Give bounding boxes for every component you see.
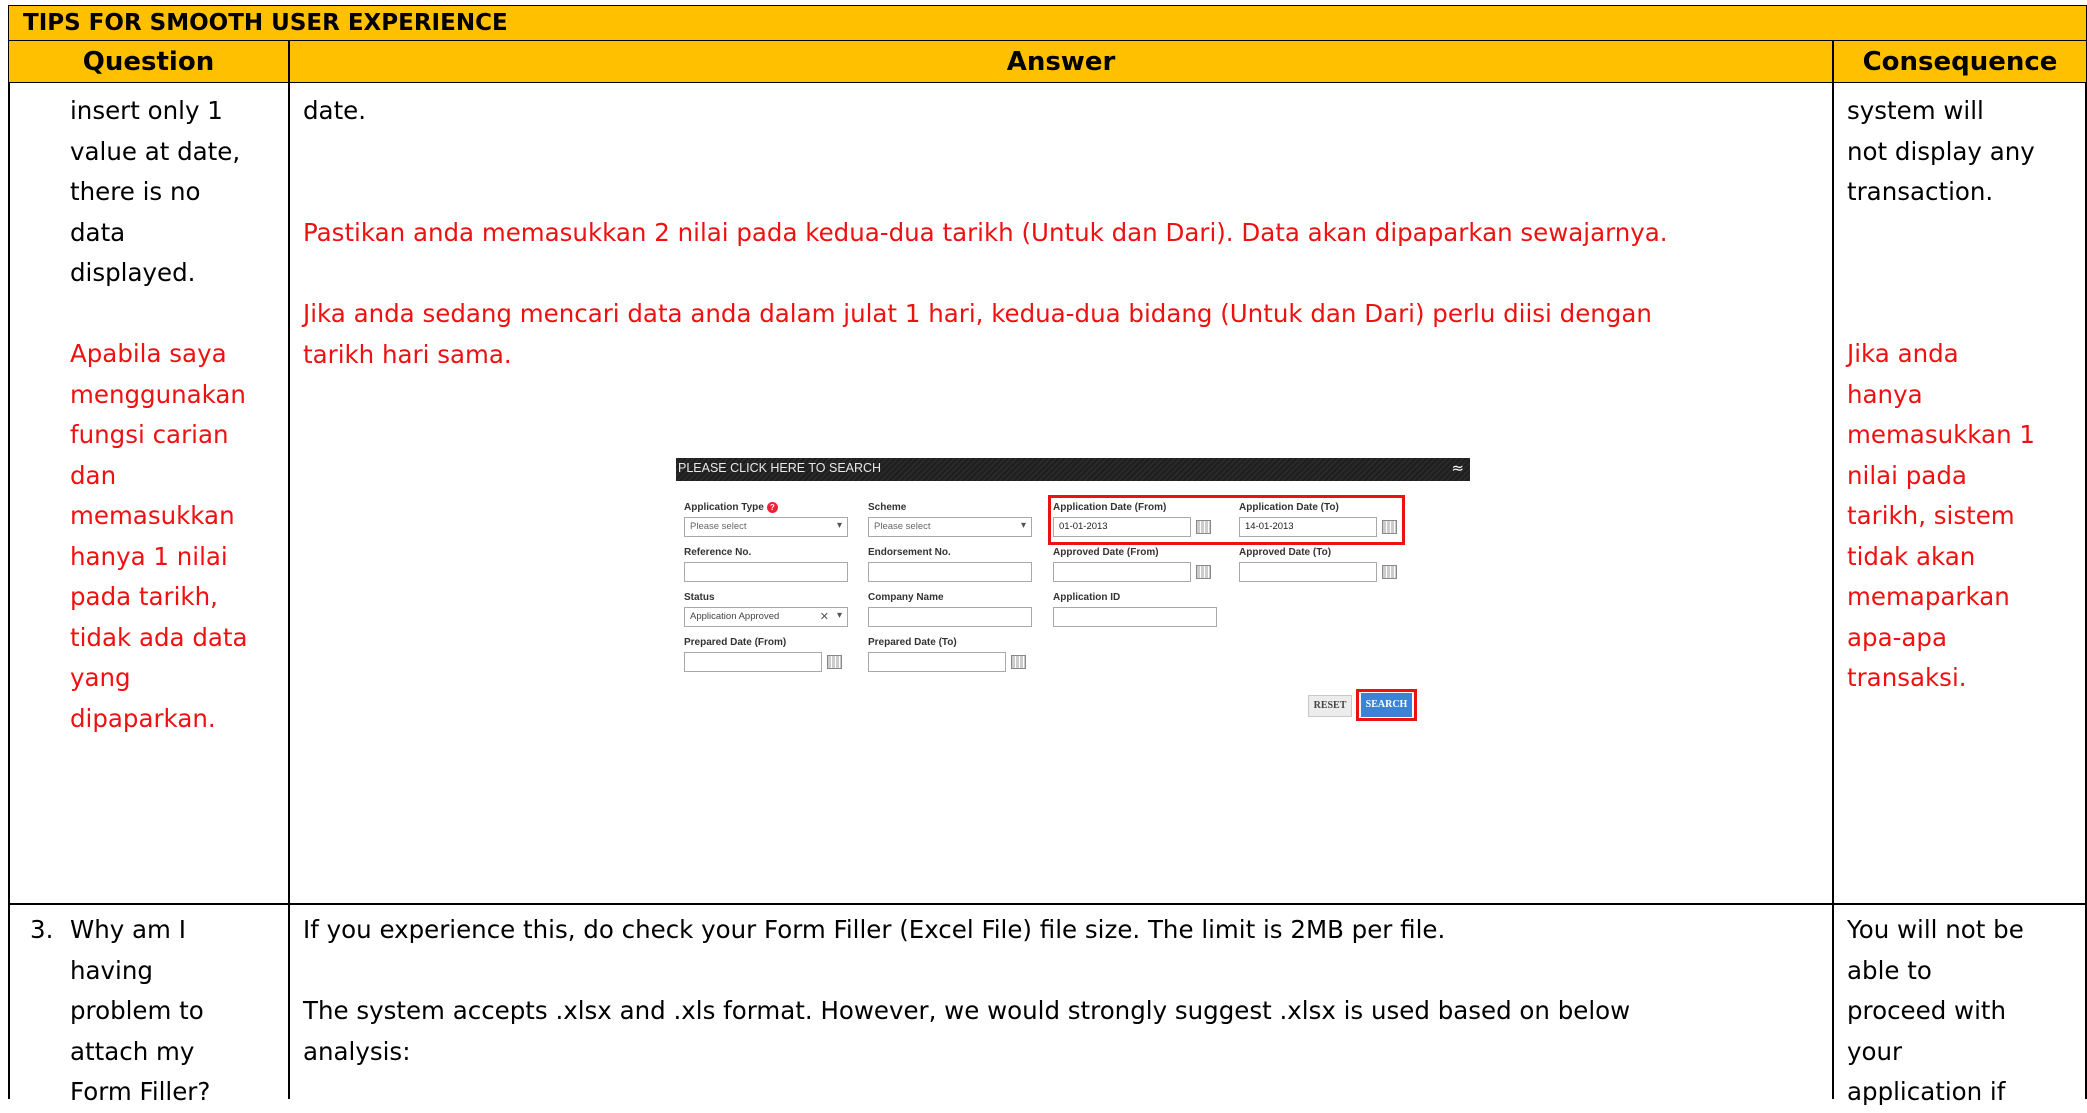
date-highlight-box [1048, 495, 1405, 545]
question-text-ms: Apabila saya menggunakan fungsi carian d… [70, 339, 248, 733]
reset-button[interactable]: RESET [1308, 695, 1352, 717]
reference-no-input[interactable] [684, 562, 848, 582]
title-bar: TIPS FOR SMOOTH USER EXPERIENCE [8, 5, 2087, 41]
search-highlight-box [1356, 689, 1417, 721]
calendar-icon[interactable] [827, 655, 842, 669]
collapse-icon[interactable]: ≈ [1451, 459, 1464, 477]
scheme-label: Scheme [868, 502, 907, 513]
question-text-en: insert only 1 value at date, there is no… [70, 96, 241, 287]
company-name-input[interactable] [868, 607, 1032, 627]
search-panel-screenshot: PLEASE CLICK HERE TO SEARCH ≈ Applicatio… [676, 458, 1470, 738]
answer-text-en: date. [303, 96, 367, 125]
application-type-label: Application Type? [684, 502, 778, 513]
answer-text-ms-1: Pastikan anda memasukkan 2 nilai pada ke… [303, 218, 1668, 247]
help-icon[interactable]: ? [766, 502, 778, 513]
scheme-select[interactable]: Please select [868, 517, 1032, 537]
approved-to-label: Approved Date (To) [1239, 547, 1332, 558]
consequence-text-ms: Jika anda hanya memasukkan 1 nilai pada … [1847, 339, 2035, 692]
status-select[interactable]: Application Approved ✕ [684, 607, 848, 627]
grid-line-left [8, 83, 10, 1099]
search-panel-title: PLEASE CLICK HERE TO SEARCH [678, 461, 882, 475]
grid-line-q [288, 83, 290, 1099]
approved-to-input[interactable] [1239, 562, 1377, 582]
prepared-from-label: Prepared Date (From) [684, 637, 787, 648]
prepared-from-input[interactable] [684, 652, 822, 672]
application-id-label: Application ID [1053, 592, 1121, 603]
reference-no-label: Reference No. [684, 547, 752, 558]
question-text-3: Why am I having problem to attach my For… [70, 915, 211, 1106]
row-divider [8, 903, 2087, 905]
application-type-select[interactable]: Please select [684, 517, 848, 537]
status-label: Status [684, 592, 715, 603]
consequence-text-en: system will not display any transaction. [1847, 96, 2035, 206]
prepared-to-label: Prepared Date (To) [868, 637, 957, 648]
row-number: 3. [30, 915, 54, 944]
header-consequence: Consequence [1833, 41, 2087, 83]
document-title: TIPS FOR SMOOTH USER EXPERIENCE [23, 10, 508, 36]
grid-line-c [1832, 83, 1834, 1099]
answer-text-3-1: If you experience this, do check your Fo… [303, 915, 1446, 944]
search-panel-header[interactable]: PLEASE CLICK HERE TO SEARCH ≈ [676, 458, 1470, 481]
clear-icon[interactable]: ✕ [820, 610, 829, 623]
answer-text-ms-2: Jika anda sedang mencari data anda dalam… [303, 299, 1652, 369]
approved-from-input[interactable] [1053, 562, 1191, 582]
endorsement-no-label: Endorsement No. [868, 547, 951, 558]
application-id-input[interactable] [1053, 607, 1217, 627]
calendar-icon[interactable] [1382, 565, 1397, 579]
calendar-icon[interactable] [1011, 655, 1026, 669]
consequence-text-3: You will not be able to proceed with you… [1847, 915, 2024, 1106]
header-answer: Answer [289, 41, 1833, 83]
calendar-icon[interactable] [1196, 565, 1211, 579]
prepared-to-input[interactable] [868, 652, 1006, 672]
approved-from-label: Approved Date (From) [1053, 547, 1159, 558]
answer-text-3-2: The system accepts .xlsx and .xls format… [303, 996, 1631, 1066]
company-name-label: Company Name [868, 592, 944, 603]
status-value: Application Approved [690, 611, 780, 622]
endorsement-no-input[interactable] [868, 562, 1032, 582]
header-question: Question [8, 41, 289, 83]
